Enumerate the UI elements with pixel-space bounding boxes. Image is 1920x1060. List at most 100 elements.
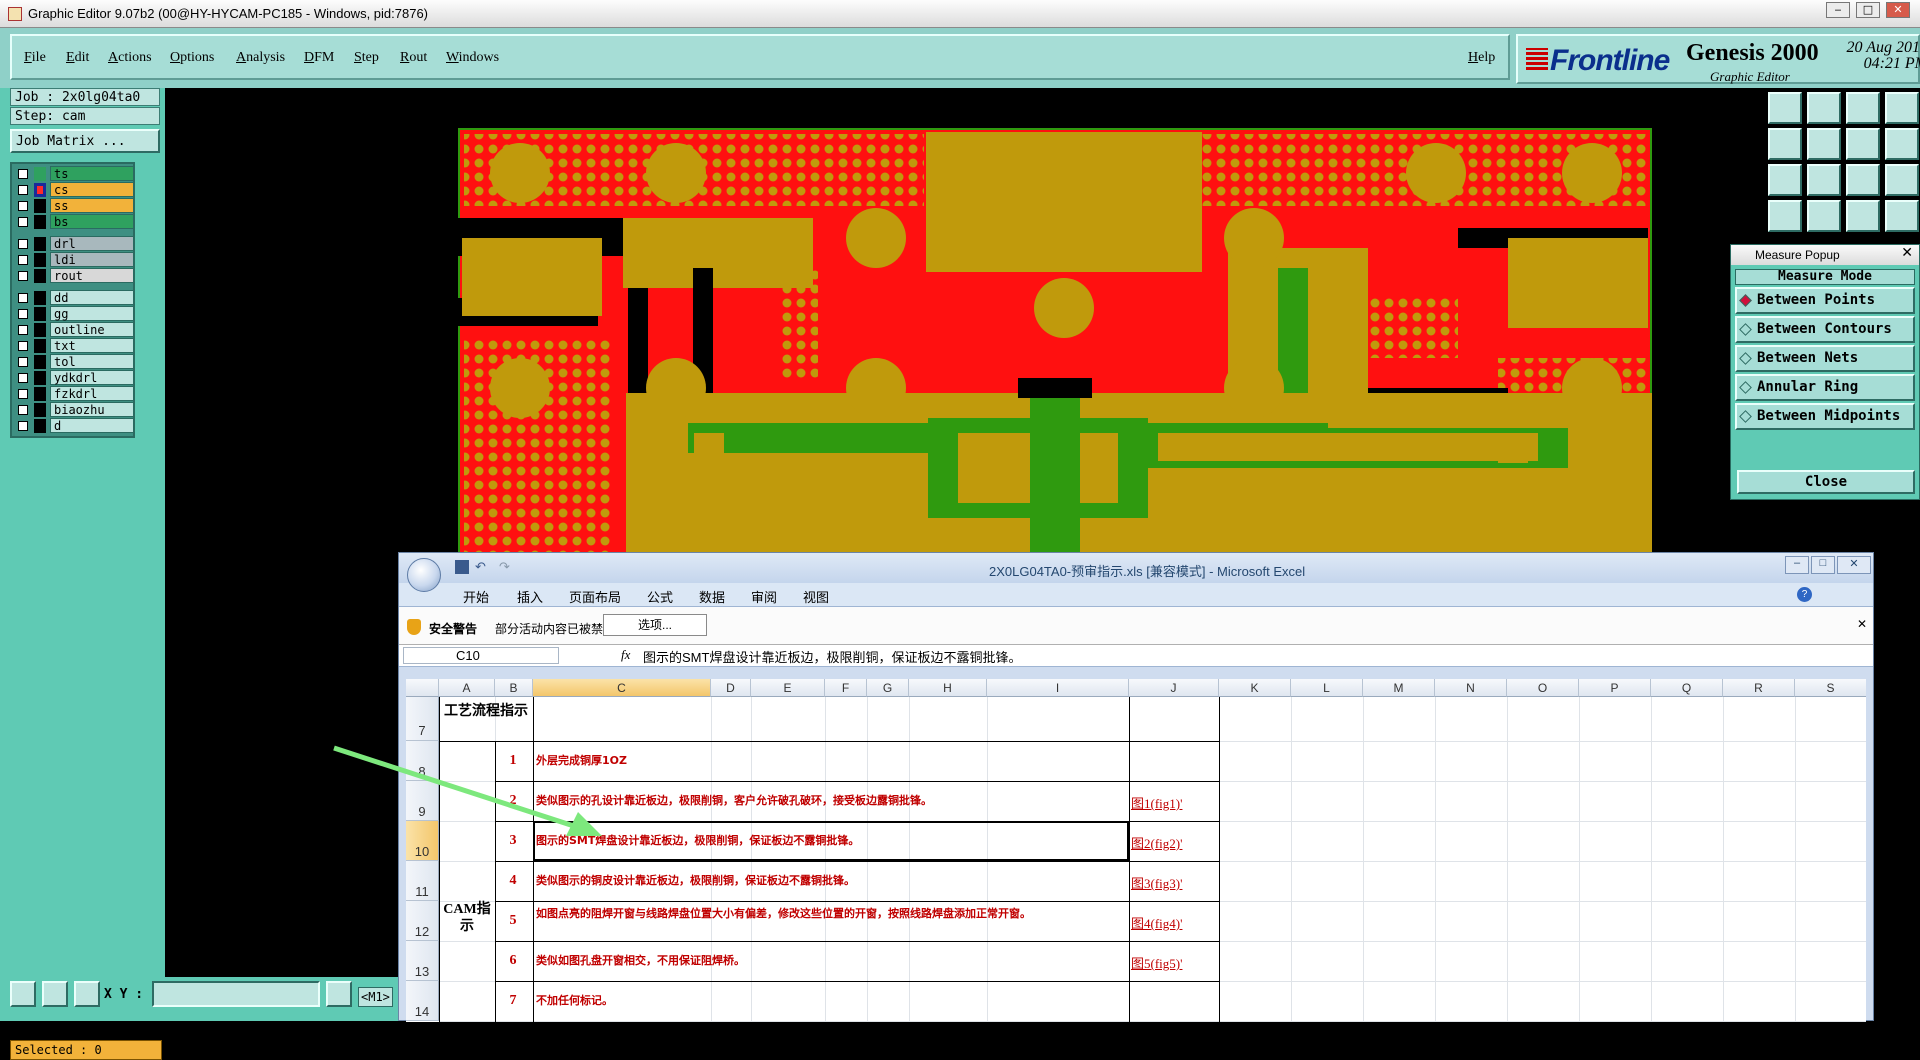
layer-swatch[interactable]: [34, 403, 46, 417]
menu-help[interactable]: Help: [1468, 50, 1495, 66]
radio-icon[interactable]: [1739, 381, 1752, 394]
column-header-L[interactable]: L: [1291, 679, 1363, 697]
layer-swatch[interactable]: [34, 323, 46, 337]
redo-icon[interactable]: ↷: [499, 559, 510, 575]
help-icon[interactable]: ?: [1797, 587, 1812, 602]
column-header-A[interactable]: A: [439, 679, 495, 697]
layer-name[interactable]: fzkdrl: [50, 386, 134, 401]
measure-option-between-contours[interactable]: Between Contours: [1735, 316, 1915, 343]
item-number-cell[interactable]: 4: [495, 873, 531, 889]
tab-home[interactable]: 开始: [463, 587, 489, 606]
layer-row-dd[interactable]: dd: [14, 290, 134, 306]
instruction-cell[interactable]: 类似图示的铜皮设计靠近板边，极限削铜，保证板边不露铜批锋。: [536, 874, 1126, 888]
layer-checkbox[interactable]: [18, 421, 28, 431]
step-right-icon[interactable]: [1807, 128, 1841, 160]
excel-close-button[interactable]: ✕: [1837, 556, 1871, 574]
column-header-F[interactable]: F: [825, 679, 867, 697]
column-header-E[interactable]: E: [751, 679, 825, 697]
job-matrix-button[interactable]: Job Matrix ...: [10, 129, 160, 153]
column-header-B[interactable]: B: [495, 679, 533, 697]
layer-swatch[interactable]: [34, 355, 46, 369]
menu-edit[interactable]: Edit: [66, 50, 89, 66]
item-number-cell[interactable]: 6: [495, 953, 531, 969]
item-number-cell[interactable]: 5: [495, 913, 531, 929]
center-icon[interactable]: [1807, 164, 1841, 196]
layer-name[interactable]: dd: [50, 290, 134, 305]
layer-row-ss[interactable]: ss: [14, 198, 134, 214]
column-header-C[interactable]: C: [533, 679, 711, 697]
layer-name[interactable]: rout: [50, 268, 134, 283]
xy-input[interactable]: [152, 981, 320, 1007]
column-header-I[interactable]: I: [987, 679, 1129, 697]
column-header-R[interactable]: R: [1723, 679, 1795, 697]
layer-checkbox[interactable]: [18, 217, 28, 227]
layer-checkbox[interactable]: [18, 309, 28, 319]
measure-icon[interactable]: [1846, 200, 1880, 232]
minimize-button[interactable]: ‒: [1826, 2, 1850, 18]
zoom-home-icon[interactable]: [1768, 92, 1802, 124]
figure-link[interactable]: 图2(fig2)': [1131, 833, 1221, 852]
maximize-button[interactable]: □: [1856, 2, 1880, 18]
column-header-S[interactable]: S: [1795, 679, 1866, 697]
radio-icon[interactable]: [1739, 352, 1752, 365]
layer-checkbox[interactable]: [18, 373, 28, 383]
layer-row-outline[interactable]: outline: [14, 322, 134, 338]
layer-swatch[interactable]: [34, 269, 46, 283]
layer-swatch[interactable]: [34, 199, 46, 213]
measure-option-between-midpoints[interactable]: Between Midpoints: [1735, 403, 1915, 430]
layer-checkbox[interactable]: [18, 357, 28, 367]
layer-checkbox[interactable]: [18, 271, 28, 281]
layer-name[interactable]: cs: [50, 182, 134, 197]
radio-icon[interactable]: [1739, 294, 1752, 307]
layer-name[interactable]: ss: [50, 198, 134, 213]
tab-formulas[interactable]: 公式: [647, 587, 673, 606]
tab-review[interactable]: 审阅: [751, 587, 777, 606]
formula-input[interactable]: 图示的SMT焊盘设计靠近板边，极限削铜，保证板边不露铜批锋。: [643, 647, 1021, 666]
figure-link[interactable]: 图1(fig1)': [1131, 793, 1221, 812]
query-icon[interactable]: [1885, 164, 1919, 196]
fx-icon[interactable]: fx: [621, 647, 630, 663]
measure-option-between-nets[interactable]: Between Nets: [1735, 345, 1915, 372]
layer-checkbox[interactable]: [18, 341, 28, 351]
item-number-cell[interactable]: 7: [495, 993, 531, 1009]
column-header-M[interactable]: M: [1363, 679, 1435, 697]
grid-tool-icon[interactable]: [74, 981, 100, 1007]
column-header-Q[interactable]: Q: [1651, 679, 1723, 697]
column-header-J[interactable]: J: [1129, 679, 1219, 697]
ratio-icon[interactable]: [1846, 164, 1880, 196]
layer-name[interactable]: bs: [50, 214, 134, 229]
row-header-13[interactable]: 13: [406, 941, 439, 981]
spreadsheet-grid[interactable]: A B C D E F G H I J K L M N O P Q R S 7 8 9 10 11 12 13 14 工艺流程指示 CA…: [406, 679, 1866, 1022]
instruction-cell[interactable]: 如图点亮的阻焊开窗与线路焊盘位置大小有偏差，修改这些位置的开窗，按照线路焊盘添加…: [536, 907, 1126, 921]
layer-row-rout[interactable]: rout: [14, 268, 134, 284]
net-icon[interactable]: [1807, 200, 1841, 232]
layer-checkbox[interactable]: [18, 239, 28, 249]
layer-swatch[interactable]: [34, 215, 46, 229]
menu-step[interactable]: Step: [354, 50, 379, 66]
column-header-H[interactable]: H: [909, 679, 987, 697]
menu-rout[interactable]: Rout: [400, 50, 427, 66]
radio-icon[interactable]: [1739, 323, 1752, 336]
fit-screen-icon[interactable]: [1846, 92, 1880, 124]
excel-maximize-button[interactable]: □: [1811, 556, 1835, 574]
layer-swatch[interactable]: [34, 237, 46, 251]
layer-checkbox[interactable]: [18, 389, 28, 399]
tab-data[interactable]: 数据: [699, 587, 725, 606]
office-button-icon[interactable]: [407, 558, 441, 592]
layer-swatch[interactable]: [34, 419, 46, 433]
layer-row-d[interactable]: d: [14, 418, 134, 434]
fullscreen-icon[interactable]: [1768, 164, 1802, 196]
layer-checkbox[interactable]: [18, 201, 28, 211]
layer-swatch[interactable]: [34, 291, 46, 305]
layer-swatch[interactable]: [34, 339, 46, 353]
window-icon[interactable]: [1885, 92, 1919, 124]
figure-link[interactable]: 图4(fig4)': [1131, 913, 1221, 932]
layer-row-tol[interactable]: tol: [14, 354, 134, 370]
layer-checkbox[interactable]: [18, 325, 28, 335]
close-window-button[interactable]: ✕: [1886, 2, 1910, 18]
name-box[interactable]: C10: [403, 647, 559, 664]
layer-name[interactable]: gg: [50, 306, 134, 321]
zoom-in-icon[interactable]: [1807, 92, 1841, 124]
layer-row-ldi[interactable]: ldi: [14, 252, 134, 268]
layer-swatch[interactable]: [34, 253, 46, 267]
